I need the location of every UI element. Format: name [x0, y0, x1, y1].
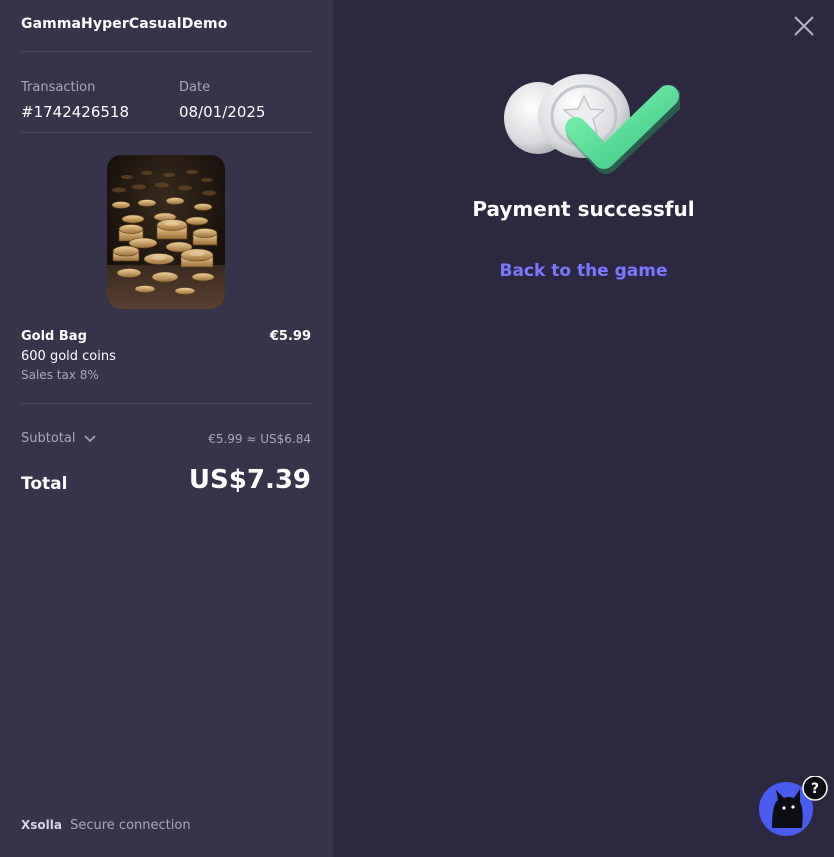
back-to-game-link[interactable]: Back to the game [333, 261, 834, 281]
close-button[interactable] [792, 14, 816, 38]
subtotal-amount: €5.99 ≈ US$6.84 [208, 432, 311, 446]
gold-coins-picture [107, 155, 225, 309]
item-price: €5.99 [269, 329, 311, 344]
item-tax: Sales tax 8% [21, 368, 99, 382]
support-chat-button[interactable]: ? [758, 775, 830, 840]
coins-checkmark-illustration [504, 74, 684, 174]
secure-connection-footer: Xsolla Secure connection [21, 818, 191, 833]
transaction-id: #1742426518 [21, 103, 130, 121]
app-title: GammaHyperCasualDemo [21, 16, 228, 32]
chevron-down-icon [84, 434, 97, 442]
gold-bag-image [107, 155, 225, 309]
divider [21, 132, 311, 133]
date-label: Date [179, 80, 211, 95]
transaction-label: Transaction [21, 80, 96, 95]
payment-status-title: Payment successful [472, 197, 695, 221]
item-description: 600 gold coins [21, 349, 116, 364]
transaction-date: 08/01/2025 [179, 103, 266, 121]
total-amount: US$7.39 [188, 465, 311, 495]
close-icon [794, 16, 814, 36]
xsolla-logo: Xsolla [21, 818, 62, 832]
total-label: Total [21, 474, 68, 494]
item-name: Gold Bag [21, 329, 87, 344]
divider [21, 403, 311, 404]
order-summary-sidebar: GammaHyperCasualDemo Transaction Date #1… [0, 0, 333, 857]
secure-connection-text: Secure connection [70, 818, 191, 833]
divider [21, 51, 311, 52]
help-badge: ? [811, 781, 819, 797]
subtotal-toggle[interactable]: Subtotal [21, 431, 97, 446]
subtotal-label: Subtotal [21, 431, 76, 446]
support-cat-icon: ? [759, 775, 828, 836]
payment-success-icon [500, 70, 684, 180]
